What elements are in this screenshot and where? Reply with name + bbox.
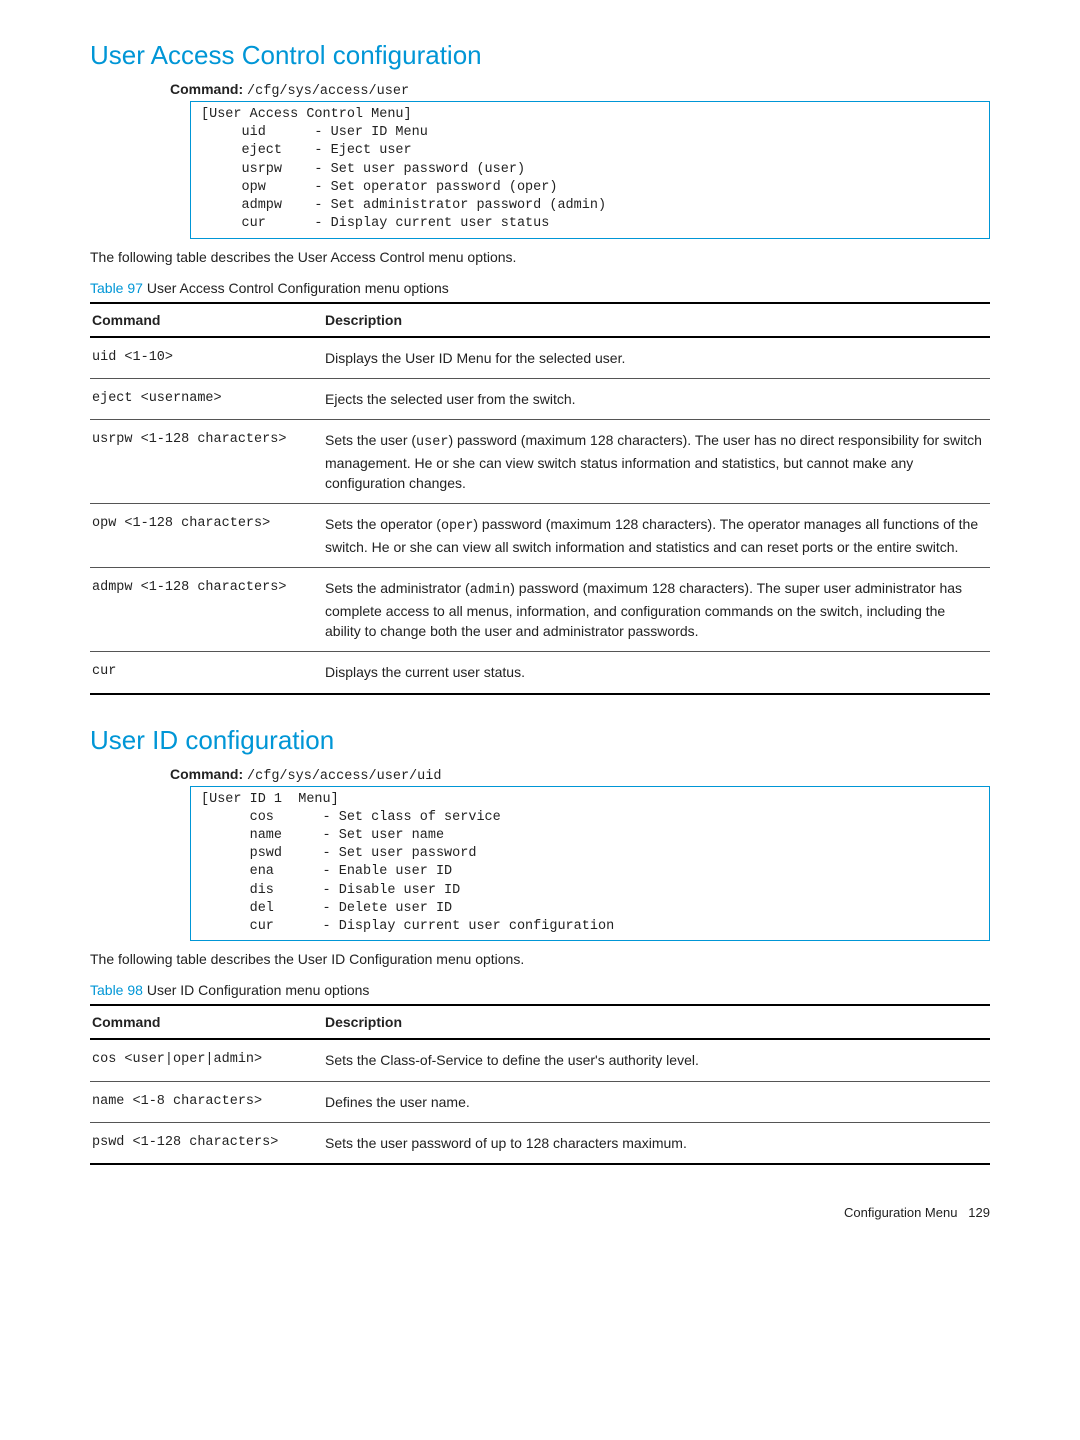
table-row: pswd <1-128 characters> Sets the user pa…: [90, 1122, 990, 1164]
cmd-text: name <1-8 characters>: [92, 1094, 262, 1109]
cmd-text: admpw <1-128 characters>: [92, 580, 286, 595]
cell-cmd: usrpw <1-128 characters>: [90, 420, 323, 504]
command-line-uac: Command: /cfg/sys/access/user: [170, 81, 990, 99]
page-footer: Configuration Menu 129: [90, 1205, 990, 1220]
cmd-text: eject <username>: [92, 391, 222, 406]
th-command: Command: [90, 303, 323, 337]
cmd-text: pswd <1-128 characters>: [92, 1135, 278, 1150]
cell-cmd: opw <1-128 characters>: [90, 504, 323, 568]
table-caption-text: User Access Control Configuration menu o…: [147, 280, 449, 296]
command-path: /cfg/sys/access/user/uid: [247, 769, 441, 784]
section-heading-uid: User ID configuration: [90, 725, 990, 756]
table-caption-98: Table 98 User ID Configuration menu opti…: [90, 982, 990, 998]
table-row: uid <1-10> Displays the User ID Menu for…: [90, 337, 990, 379]
cell-cmd: name <1-8 characters>: [90, 1081, 323, 1122]
table-row: cur Displays the current user status.: [90, 652, 990, 694]
cell-cmd: cos <user|oper|admin>: [90, 1039, 323, 1081]
table-row: admpw <1-128 characters> Sets the admini…: [90, 568, 990, 652]
cell-desc: Sets the Class-of-Service to define the …: [323, 1039, 990, 1081]
cell-cmd: pswd <1-128 characters>: [90, 1122, 323, 1164]
section-heading-uac: User Access Control configuration: [90, 40, 990, 71]
cmd-text: uid <1-10>: [92, 350, 173, 365]
footer-text: Configuration Menu: [844, 1205, 957, 1220]
table-label: Table 98: [90, 982, 143, 998]
table-row: usrpw <1-128 characters> Sets the user (…: [90, 420, 990, 504]
th-command: Command: [90, 1005, 323, 1039]
cell-cmd: cur: [90, 652, 323, 694]
command-path: /cfg/sys/access/user: [247, 84, 409, 99]
table-row: eject <username> Ejects the selected use…: [90, 378, 990, 419]
cell-cmd: admpw <1-128 characters>: [90, 568, 323, 652]
table-97: Command Description uid <1-10> Displays …: [90, 302, 990, 695]
code-block-uac: [User Access Control Menu] uid - User ID…: [190, 101, 990, 239]
desc-pre: Sets the user (: [325, 432, 416, 448]
cmd-text: usrpw <1-128 characters>: [92, 432, 286, 447]
cmd-text: opw <1-128 characters>: [92, 516, 270, 531]
command-line-uid: Command: /cfg/sys/access/user/uid: [170, 766, 990, 784]
desc-code: oper: [441, 519, 473, 534]
desc-code: user: [416, 435, 448, 450]
code-block-uid: [User ID 1 Menu] cos - Set class of serv…: [190, 786, 990, 942]
cell-cmd: uid <1-10>: [90, 337, 323, 379]
th-description: Description: [323, 303, 990, 337]
table-row: name <1-8 characters> Defines the user n…: [90, 1081, 990, 1122]
cell-desc: Sets the administrator (admin) password …: [323, 568, 990, 652]
cell-desc: Ejects the selected user from the switch…: [323, 378, 990, 419]
cell-desc: Sets the user (user) password (maximum 1…: [323, 420, 990, 504]
cell-cmd: eject <username>: [90, 378, 323, 419]
desc-pre: Sets the operator (: [325, 516, 441, 532]
cmd-text: cur: [92, 664, 116, 679]
desc-pre: Sets the administrator (: [325, 580, 470, 596]
table-caption-97: Table 97 User Access Control Configurati…: [90, 280, 990, 296]
table-caption-text: User ID Configuration menu options: [147, 982, 370, 998]
cell-desc: Sets the user password of up to 128 char…: [323, 1122, 990, 1164]
command-label: Command:: [170, 766, 243, 782]
cmd-text: cos <user|oper|admin>: [92, 1052, 262, 1067]
cell-desc: Sets the operator (oper) password (maxim…: [323, 504, 990, 568]
th-description: Description: [323, 1005, 990, 1039]
cell-desc: Displays the User ID Menu for the select…: [323, 337, 990, 379]
footer-page: 129: [968, 1205, 990, 1220]
desc-code: admin: [470, 583, 511, 598]
table-label: Table 97: [90, 280, 143, 296]
table-98: Command Description cos <user|oper|admin…: [90, 1004, 990, 1165]
table-row: opw <1-128 characters> Sets the operator…: [90, 504, 990, 568]
command-label: Command:: [170, 81, 243, 97]
cell-desc: Displays the current user status.: [323, 652, 990, 694]
intro-text-uid: The following table describes the User I…: [90, 951, 990, 967]
cell-desc: Defines the user name.: [323, 1081, 990, 1122]
intro-text-uac: The following table describes the User A…: [90, 249, 990, 265]
table-row: cos <user|oper|admin> Sets the Class-of-…: [90, 1039, 990, 1081]
